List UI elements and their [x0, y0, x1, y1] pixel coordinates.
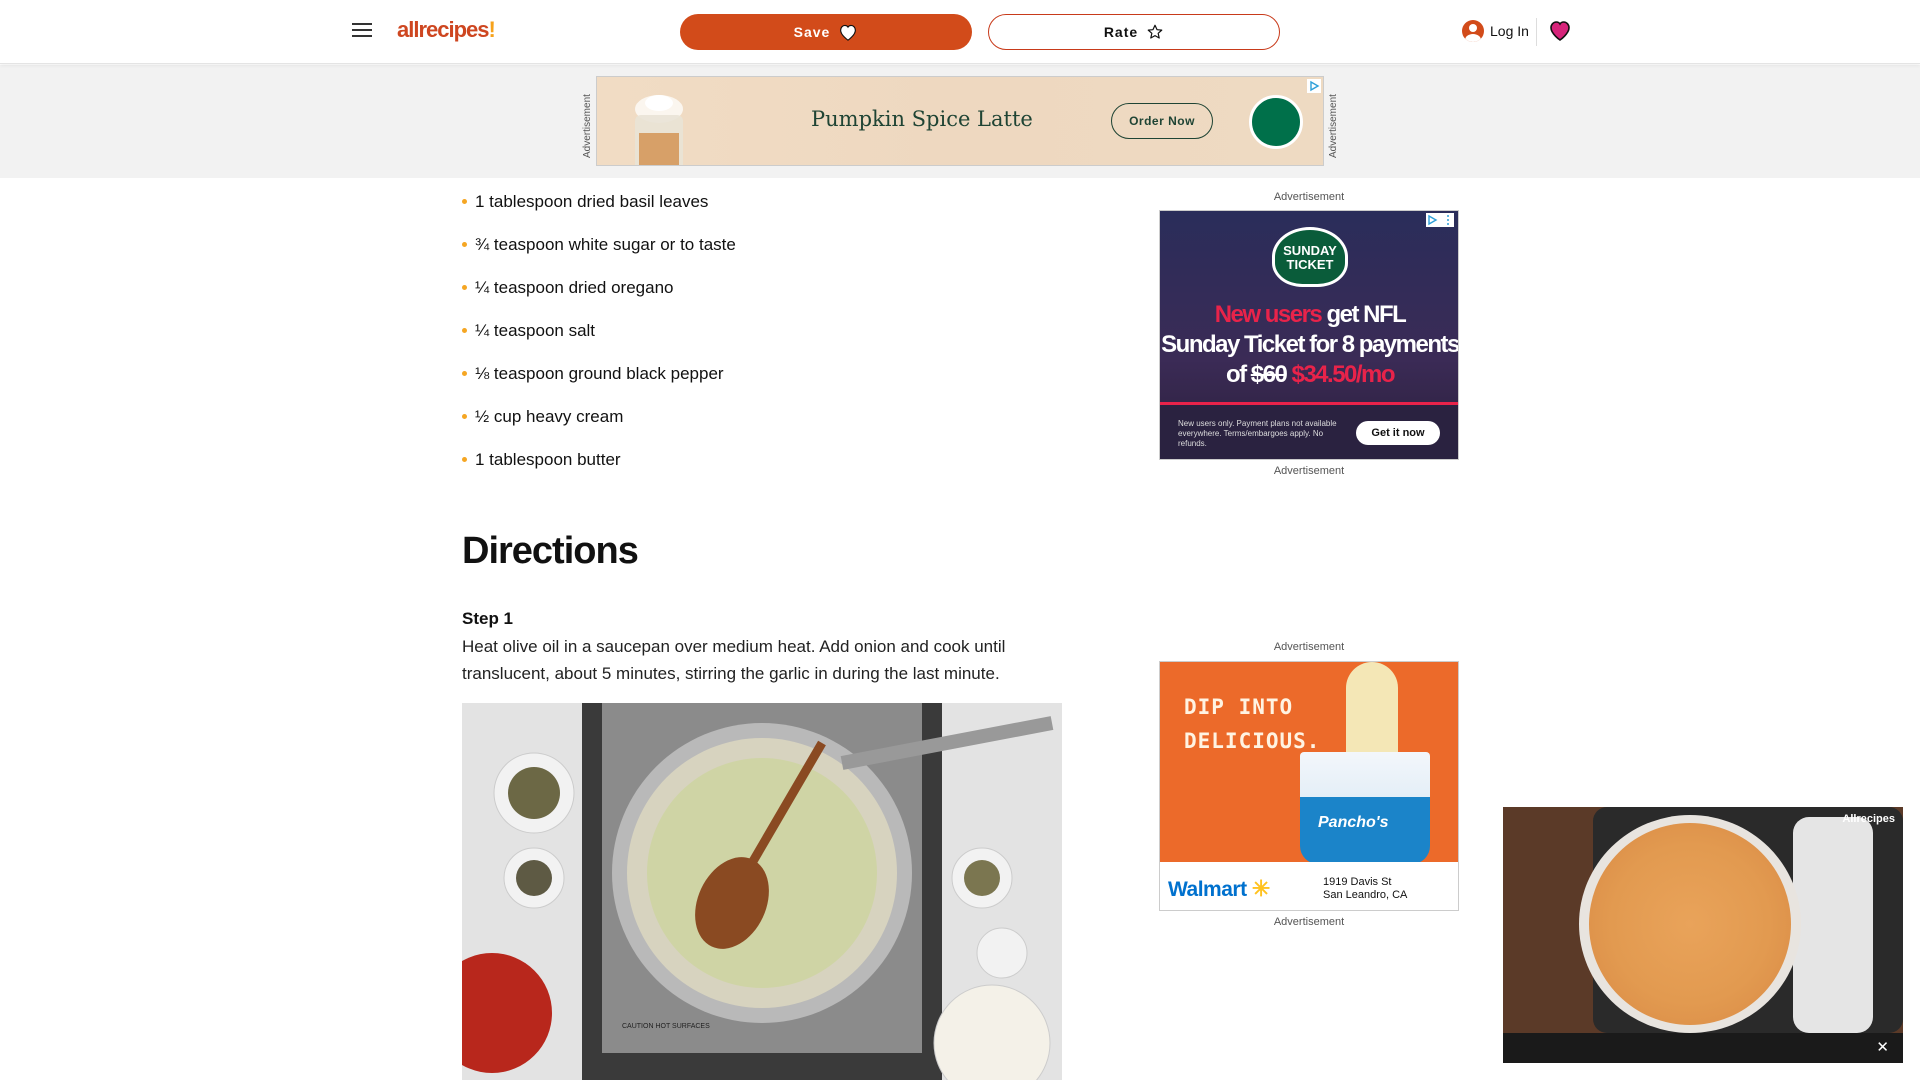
ad-label: Advertisement — [1273, 641, 1345, 653]
get-it-now-button[interactable]: Get it now — [1356, 421, 1440, 445]
step-title: Step 1 — [462, 609, 514, 628]
nfl-headline-3: of $60 $34.50/mo — [1160, 361, 1458, 389]
nfl-headline-1: New users get NFL — [1160, 301, 1458, 329]
site-logo[interactable]: allrecipes! — [397, 17, 496, 43]
walmart-logo: Walmart ✳ — [1168, 876, 1270, 902]
nfl-new-price: $34.50/mo — [1286, 361, 1395, 388]
floating-video-player[interactable]: Allrecipes ✕ — [1503, 807, 1903, 1063]
login-link[interactable]: Log In — [1462, 20, 1529, 42]
menu-icon[interactable] — [352, 22, 372, 38]
step-text: Heat olive oil in a saucepan over medium… — [462, 637, 1006, 683]
queso-ad[interactable]: DIP INTO DELICIOUS. Pancho's Walmart ✳ 1… — [1159, 661, 1459, 911]
adchoices-icon[interactable] — [1426, 213, 1454, 227]
store-address-line-1: 1919 Davis St — [1323, 876, 1392, 888]
queso-brand: Pancho's — [1318, 814, 1389, 831]
sunday-ticket-badge: SUNDAY TICKET — [1272, 227, 1348, 287]
save-button[interactable]: Save — [680, 14, 972, 50]
saucepan-photo: CAUTION HOT SURFACES — [462, 703, 1062, 1080]
ingredient-item[interactable]: 1 tablespoon dried basil leaves — [462, 180, 736, 223]
walmart-spark-icon: ✳ — [1251, 876, 1270, 901]
logo-text: allrecipes — [397, 17, 490, 42]
latte-cup-icon — [635, 95, 683, 165]
ad-side-label-left: Advertisement — [582, 94, 593, 158]
close-icon[interactable]: ✕ — [1876, 1038, 1889, 1056]
ad-headline: Pumpkin Spice Latte — [811, 107, 1033, 131]
ad-label: Advertisement — [1273, 465, 1345, 477]
step-photo[interactable]: CAUTION HOT SURFACES — [462, 703, 1062, 1080]
ad-side-label-right: Advertisement — [1328, 94, 1339, 158]
user-icon — [1462, 20, 1484, 42]
site-header: allrecipes! Save Rate Log In — [0, 0, 1920, 64]
queso-headline: DIP INTO DELICIOUS. — [1184, 690, 1320, 758]
video-control-bar: ✕ — [1503, 1033, 1903, 1063]
ingredient-item[interactable]: ¼ teaspoon dried oregano — [462, 266, 736, 309]
store-address-line-2: San Leandro, CA — [1323, 889, 1408, 901]
video-stove-panel — [1793, 817, 1873, 1033]
nfl-sunday-ticket-ad[interactable]: SUNDAY TICKET New users get NFL Sunday T… — [1159, 210, 1459, 460]
save-button-label: Save — [793, 24, 831, 40]
nfl-ad-footer: New users only. Payment plans not availa… — [1160, 405, 1458, 459]
pumpkin-spice-ad[interactable]: Pumpkin Spice Latte Order Now — [596, 76, 1324, 166]
order-now-button[interactable]: Order Now — [1111, 103, 1213, 139]
header-divider — [1536, 18, 1537, 46]
ad-label: Advertisement — [1273, 191, 1345, 203]
rate-button[interactable]: Rate — [988, 14, 1280, 50]
star-icon — [1147, 24, 1163, 39]
ingredient-item[interactable]: 1 tablespoon butter — [462, 438, 736, 481]
nfl-headline-1-red: New users — [1214, 301, 1323, 328]
login-label: Log In — [1490, 23, 1529, 39]
ingredient-item[interactable]: ⅛ teaspoon ground black pepper — [462, 352, 736, 395]
queso-cup-graphic — [1300, 752, 1430, 864]
svg-text:CAUTION HOT SURFACES: CAUTION HOT SURFACES — [622, 1023, 710, 1030]
walmart-strip: Walmart ✳ 1919 Davis St San Leandro, CA — [1160, 862, 1458, 910]
directions-heading: Directions — [462, 530, 639, 572]
ingredient-item[interactable]: ¾ teaspoon white sugar or to taste — [462, 223, 736, 266]
adchoices-icon[interactable] — [1307, 79, 1321, 93]
video-brand: Allrecipes — [1842, 813, 1895, 825]
nfl-of: of — [1225, 361, 1251, 388]
nfl-headline-1-rest: get NFL — [1321, 301, 1406, 328]
store-address: 1919 Davis St San Leandro, CA — [1323, 876, 1407, 902]
heart-icon — [840, 24, 857, 41]
video-food — [1589, 823, 1791, 1025]
queso-headline-1: DIP INTO — [1184, 695, 1294, 719]
ad-label: Advertisement — [1273, 916, 1345, 928]
ingredient-item[interactable]: ¼ teaspoon salt — [462, 309, 736, 352]
ingredient-list: 1 tablespoon dried basil leaves ¾ teaspo… — [462, 180, 736, 481]
favorites-heart-icon[interactable] — [1548, 18, 1572, 47]
nfl-fine-print: New users only. Payment plans not availa… — [1178, 419, 1337, 448]
logo-mark: ! — [488, 17, 496, 42]
starbucks-logo — [1249, 95, 1303, 149]
ingredient-item[interactable]: ½ cup heavy cream — [462, 395, 736, 438]
walmart-logo-text: Walmart — [1168, 878, 1247, 901]
rate-button-label: Rate — [1103, 24, 1139, 40]
nfl-old-price: $60 — [1250, 361, 1288, 388]
nfl-headline-2: Sunday Ticket for 8 payments — [1161, 331, 1459, 358]
